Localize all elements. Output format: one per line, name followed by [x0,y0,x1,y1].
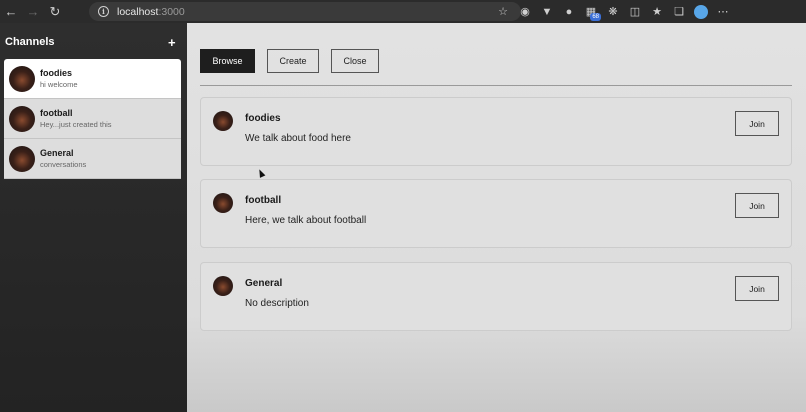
channel-name: General [40,148,74,158]
add-channel-button[interactable]: + [168,36,176,50]
channel-item-general[interactable]: General conversations [4,139,181,179]
browser-extension-icons: ☆ ◉ ▼ ● ▦ 68 ❋ ◫ ★ ❏ ⋯ [492,0,734,23]
shield-icon[interactable]: ▼ [536,0,558,23]
create-button[interactable]: Create [267,49,319,73]
channel-preview: Hey...just created this [40,120,112,129]
avatar [213,193,233,213]
url-text: localhost:3000 [117,5,185,18]
channel-name: foodies [40,68,73,78]
back-icon[interactable]: ← [0,0,22,23]
extension-c-icon[interactable]: ◉ [514,0,536,23]
reload-icon[interactable]: ↻ [44,0,66,23]
extension-gear-icon[interactable]: ❋ [602,0,624,23]
browse-button[interactable]: Browse [200,49,255,73]
avatar [9,65,35,92]
channel-card-foodies: foodies We talk about food here Join [200,97,792,166]
channel-preview: hi welcome [40,80,78,89]
extension-badge-icon[interactable]: ▦ 68 [580,0,602,23]
extension-badge-count: 68 [590,13,601,21]
card-channel-description: Here, we talk about football [245,215,367,226]
card-channel-name: foodies [245,113,281,124]
forward-icon[interactable]: → [22,0,44,23]
divider [200,85,792,86]
channel-list: foodies hi welcome football Hey...just c… [4,59,181,179]
close-button[interactable]: Close [331,49,379,73]
avatar [9,145,35,172]
extension-circle-icon[interactable]: ● [558,0,580,23]
join-button[interactable]: Join [735,276,779,301]
extensions-puzzle-icon[interactable]: ◫ [624,0,646,23]
card-channel-name: football [245,195,282,206]
channel-item-foodies[interactable]: foodies hi welcome [4,59,181,99]
more-menu-icon[interactable]: ⋯ [712,0,734,23]
join-button[interactable]: Join [735,193,779,218]
card-channel-description: No description [245,298,309,309]
channel-card-football: football Here, we talk about football Jo… [200,179,792,248]
card-channel-name: General [245,278,283,289]
channel-item-football[interactable]: football Hey...just created this [4,99,181,139]
join-button[interactable]: Join [735,111,779,136]
address-bar[interactable]: i localhost:3000 [89,2,521,21]
channel-name: football [40,108,73,118]
main-panel: Browse Create Close foodies We talk abou… [187,23,806,412]
avatar [213,276,233,296]
favorites-icon[interactable]: ★ [646,0,668,23]
avatar [9,105,35,132]
collections-icon[interactable]: ❏ [668,0,690,23]
profile-icon[interactable] [690,0,712,23]
favorite-star-icon[interactable]: ☆ [492,0,514,23]
channel-card-general: General No description Join [200,262,792,331]
info-icon[interactable]: i [98,6,109,17]
sidebar-title: Channels [5,36,55,48]
card-channel-description: We talk about food here [245,133,351,144]
channels-sidebar: Channels + foodies hi welcome football H… [0,23,187,412]
channel-preview: conversations [40,160,87,169]
avatar [213,111,233,131]
